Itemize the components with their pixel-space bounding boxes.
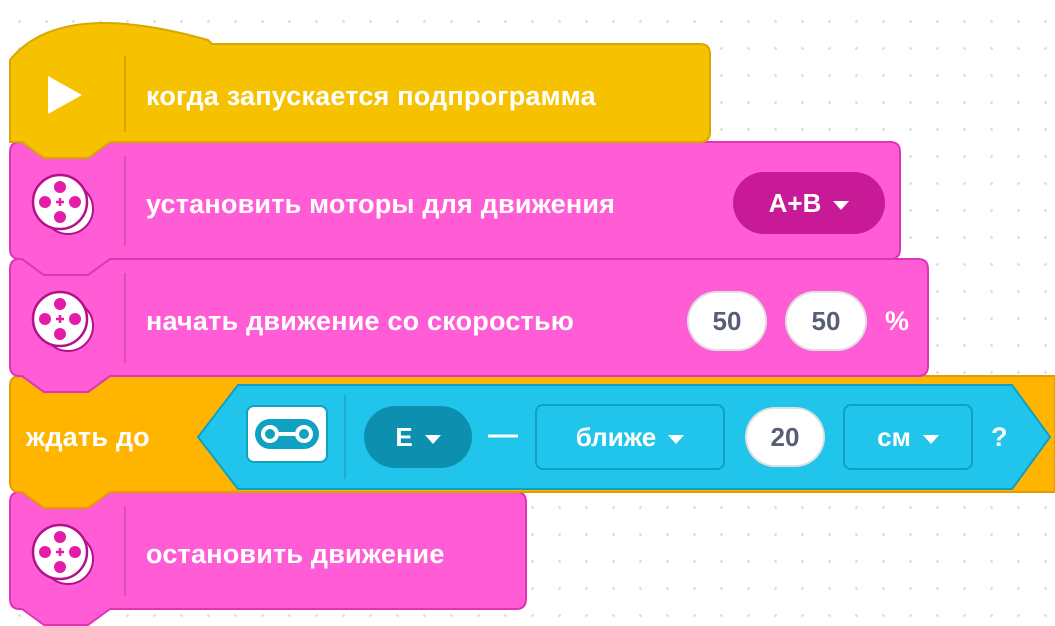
start-moving-label: начать движение со скоростью (146, 306, 575, 336)
left-speed-input[interactable]: 50 (687, 291, 767, 351)
motor-pair-icon (31, 173, 94, 235)
chevron-down-icon (424, 434, 441, 444)
sensor-separator (344, 395, 346, 479)
chevron-down-icon (668, 434, 685, 444)
right-speed-input[interactable]: 50 (785, 291, 867, 351)
distance-unit-dropdown[interactable]: см (843, 404, 973, 470)
dash-separator-text: — (488, 418, 518, 451)
question-mark-text: ? (991, 422, 1008, 452)
wait-until-label: ждать до (26, 422, 150, 452)
hat-block-label: когда запускается подпрограмма (146, 81, 596, 111)
distance-sensor-icon[interactable] (246, 405, 328, 463)
comparison-dropdown[interactable]: ближе (535, 404, 725, 470)
stop-moving-separator (124, 506, 126, 596)
motor-pair-icon (31, 290, 94, 352)
stop-moving-label: остановить движение (146, 539, 445, 569)
right-speed-value: 50 (811, 305, 841, 336)
distance-unit-value: см (877, 421, 911, 452)
sensor-port-dropdown[interactable]: E (364, 406, 472, 468)
chevron-down-icon (833, 200, 850, 210)
hat-separator (124, 56, 126, 132)
code-canvas[interactable]: когда запускается подпрограмма установит… (0, 0, 1055, 626)
motor-ports-value: A+B (768, 187, 822, 218)
comparison-value: ближе (575, 421, 657, 452)
distance-sensor-glyph (255, 419, 319, 449)
set-motors-label: установить моторы для движения (146, 189, 616, 219)
speed-unit-label: % (885, 306, 910, 336)
motor-ports-dropdown[interactable]: A+B (733, 172, 885, 234)
play-triangle-icon (48, 76, 82, 114)
distance-value: 20 (770, 421, 800, 452)
motor-pair-icon (31, 523, 94, 585)
sensor-port-value: E (395, 421, 413, 452)
set-motors-separator (124, 156, 126, 246)
distance-input[interactable]: 20 (745, 407, 825, 467)
left-speed-value: 50 (712, 305, 742, 336)
chevron-down-icon (922, 434, 939, 444)
start-moving-separator (124, 273, 126, 363)
